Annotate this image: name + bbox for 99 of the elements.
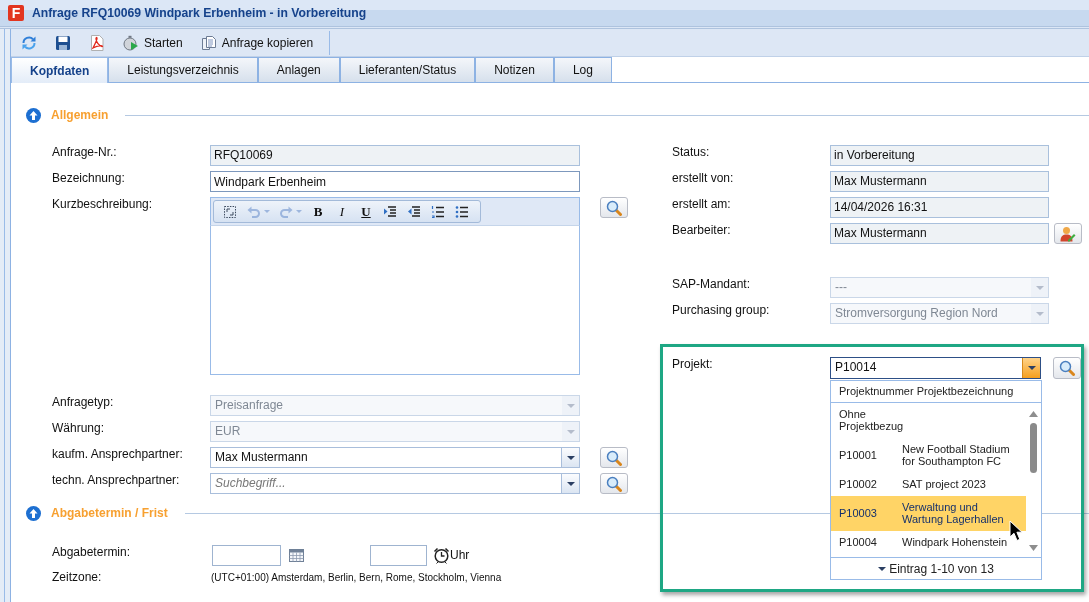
tab[interactable]: Anlagen — [257, 57, 340, 82]
tab[interactable]: Log — [553, 57, 612, 82]
search-icon — [1059, 360, 1075, 376]
caret-icon — [1027, 366, 1036, 370]
project-name: New Football Stadium for Southampton FC — [902, 443, 1011, 467]
search-button[interactable] — [1053, 357, 1081, 379]
field-label: erstellt am: — [672, 197, 732, 211]
field-label: Währung: — [52, 421, 106, 435]
field-label: Anfragetyp: — [52, 395, 115, 409]
dropdown-button[interactable] — [1022, 358, 1040, 378]
search-button[interactable] — [600, 473, 628, 494]
underline-button[interactable]: U — [355, 202, 377, 221]
field-label: Purchasing group: — [672, 303, 771, 317]
field-label: Status: — [672, 145, 711, 159]
tab[interactable]: Notizen — [475, 57, 554, 82]
tab[interactable]: Kopfdaten — [11, 57, 109, 83]
caret-icon — [566, 403, 575, 408]
list-header: Projektnummer Projektbezeichnung — [831, 381, 1041, 403]
project-name: Windpark Hohenstein — [902, 536, 1009, 548]
list-item[interactable]: P10003 Verwaltung und Wartung Lagerhallen — [831, 496, 1026, 531]
time-field[interactable] — [370, 545, 427, 566]
caret-icon — [878, 566, 887, 571]
section-title: Allgemein — [51, 108, 109, 122]
list-item[interactable]: P10002 SAT project 2023 — [831, 473, 1026, 496]
indent-icon — [383, 204, 397, 219]
redo-icon — [278, 204, 293, 219]
bullet-list-icon — [455, 204, 469, 219]
caret-icon — [263, 210, 270, 213]
calendar-icon[interactable] — [289, 549, 304, 562]
project-number: P10004 — [839, 536, 878, 548]
select-all-icon — [223, 204, 237, 219]
tab[interactable]: Lieferanten/Status — [339, 57, 476, 82]
unit-label: Uhr — [450, 547, 470, 564]
search-icon — [606, 449, 622, 466]
field-label: Bezeichnung: — [52, 171, 126, 185]
text-field[interactable]: Windpark Erbenheim — [210, 171, 580, 192]
list-item[interactable]: P10001 New Football Stadium for Southampton FC — [831, 438, 1026, 473]
search-button[interactable] — [600, 447, 628, 468]
document-icon — [89, 34, 105, 51]
bold-button[interactable]: B — [307, 202, 329, 221]
user-edit-button[interactable] — [1054, 223, 1082, 244]
collapse-icon[interactable] — [26, 107, 41, 123]
search-icon — [606, 199, 622, 216]
field-label: Kurzbeschreibung: — [52, 197, 154, 211]
field-label: erstellt von: — [672, 171, 735, 185]
project-name: SAT project 2023 — [902, 478, 987, 490]
field-label: Anfrage-Nr.: — [52, 145, 118, 159]
app-logo: F — [8, 5, 24, 21]
window-title: Anfrage RFQ10069 Windpark Erbenheim - in Vorbereitung — [32, 6, 367, 20]
readonly-field: Max Mustermann — [830, 223, 1049, 244]
mouse-cursor-icon — [1009, 520, 1023, 542]
outdent-icon — [407, 204, 421, 219]
caret-icon — [566, 481, 575, 486]
list-item[interactable]: P10004 Windpark Hohenstein — [831, 531, 1026, 554]
caret-icon — [566, 429, 575, 434]
italic-button[interactable]: I — [331, 202, 353, 221]
more-entries-button[interactable]: Eintrag 1-10 von 13 — [831, 557, 1041, 579]
field-label: SAP-Mandant: — [672, 277, 752, 291]
copy-icon — [200, 34, 217, 51]
combo-box[interactable]: P10014 — [830, 357, 1041, 379]
section-title: Abgabetermin / Frist — [51, 506, 168, 520]
dropdown-button[interactable] — [561, 474, 579, 493]
tab[interactable]: Leistungsverzeichnis — [108, 57, 258, 82]
start-button[interactable]: Starten — [115, 30, 191, 55]
numbered-list-icon — [431, 204, 445, 219]
field-label: Zeitzone: — [52, 570, 103, 584]
field-label: techn. Ansprechpartner: — [52, 473, 181, 487]
timezone-text: (UTC+01:00) Amsterdam, Berlin, Bern, Rome, Stockholm, Vienna — [211, 571, 502, 583]
project-name: Verwaltung und Wartung Lagerhallen — [902, 501, 1005, 525]
readonly-field: Max Mustermann — [830, 171, 1049, 192]
project-number: P10002 — [839, 478, 878, 490]
list-item[interactable]: Ohne Projektbezug — [831, 403, 1026, 438]
dropdown-field[interactable]: Max Mustermann — [210, 447, 580, 468]
search-icon — [606, 475, 622, 492]
caret-icon — [1035, 285, 1044, 290]
refresh-icon — [21, 34, 37, 51]
readonly-field: 14/04/2026 16:31 — [830, 197, 1049, 218]
date-field[interactable] — [212, 545, 281, 566]
play-icon — [123, 34, 139, 51]
caret-icon — [295, 210, 302, 213]
field-label: kaufm. Ansprechpartner: — [52, 447, 184, 461]
field-label: Projekt: — [672, 357, 714, 371]
project-number: P10003 — [839, 507, 878, 519]
collapse-icon[interactable] — [26, 505, 41, 521]
copy-button[interactable]: Anfrage kopieren — [192, 30, 322, 55]
search-button[interactable] — [600, 197, 628, 218]
dropdown-field[interactable]: Suchbegriff... — [210, 473, 580, 494]
caret-icon — [1035, 311, 1044, 316]
field-label: Abgabetermin: — [52, 545, 132, 559]
undo-icon — [246, 204, 261, 219]
clock-icon[interactable] — [433, 547, 450, 564]
dropdown-button[interactable] — [561, 448, 579, 467]
project-number: P10001 — [839, 449, 878, 461]
readonly-field: RFQ10069 — [210, 145, 580, 166]
readonly-field: in Vorbereitung — [830, 145, 1049, 166]
caret-icon — [566, 455, 575, 460]
user-edit-icon — [1060, 225, 1076, 242]
option-text: Ohne Projektbezug — [839, 408, 905, 432]
field-label: Bearbeiter: — [672, 223, 732, 237]
